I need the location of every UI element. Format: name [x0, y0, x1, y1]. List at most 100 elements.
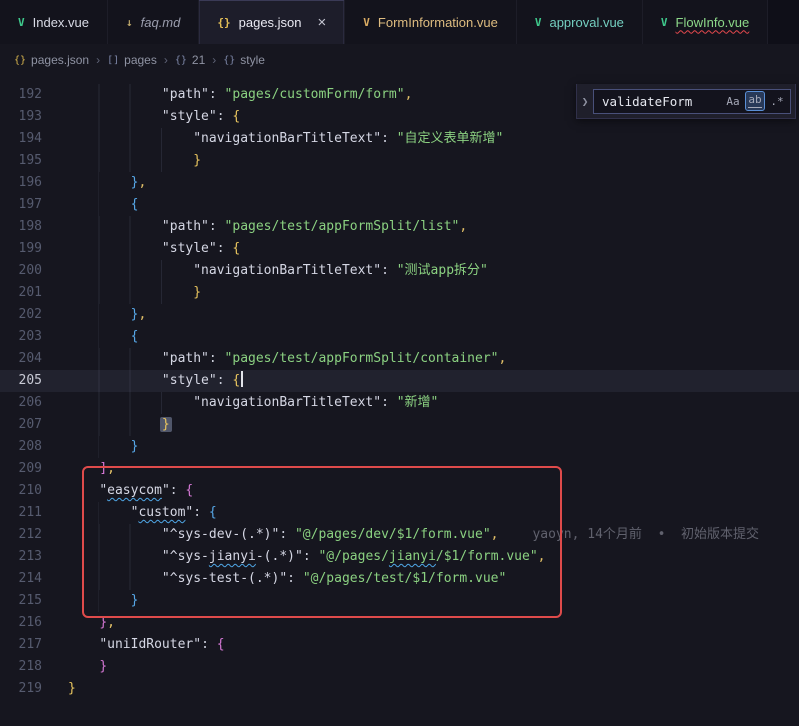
code-line[interactable]: 210 "easycom": {: [0, 480, 799, 502]
code-token: [68, 197, 131, 212]
tab-label: pages.json: [239, 15, 302, 30]
code-token: "^sys-dev-(.*)": [162, 527, 279, 542]
code-token: }: [131, 439, 139, 454]
line-number: 207: [0, 414, 68, 436]
line-number: 203: [0, 326, 68, 348]
code-line[interactable]: 214 "^sys-test-(.*)": "@/pages/test/$1/f…: [0, 568, 799, 590]
code-line[interactable]: 202 },: [0, 304, 799, 326]
code-line[interactable]: 196 },: [0, 172, 799, 194]
line-number: 200: [0, 260, 68, 282]
code-text: "style": {: [68, 370, 243, 392]
code-line[interactable]: 199 "style": {: [0, 238, 799, 260]
code-token: :: [217, 241, 233, 256]
breadcrumb-item-pages[interactable]: []pages: [107, 53, 157, 67]
code-text: }: [68, 436, 138, 458]
code-line[interactable]: 195 }: [0, 150, 799, 172]
code-text: "path": "pages/test/appFormSplit/list",: [68, 216, 467, 238]
code-token: [68, 461, 99, 476]
tab-forminformation-vue[interactable]: VFormInformation.vue: [345, 0, 517, 44]
close-tab-icon[interactable]: ×: [318, 15, 327, 30]
code-token: "^sys-test-(.*)": [162, 571, 287, 586]
code-line[interactable]: 208 }: [0, 436, 799, 458]
code-token: :: [303, 549, 319, 564]
match-case-toggle[interactable]: Aa: [723, 91, 743, 111]
find-input[interactable]: [600, 93, 723, 110]
line-number: 196: [0, 172, 68, 194]
code-token: "navigationBarTitleText": [193, 131, 381, 146]
breadcrumb-item-21[interactable]: {}21: [175, 53, 205, 67]
code-line[interactable]: 201 }: [0, 282, 799, 304]
code-token: :: [381, 395, 397, 410]
code-line[interactable]: 216 },: [0, 612, 799, 634]
code-line[interactable]: 218 }: [0, 656, 799, 678]
tab-faq-md[interactable]: ↓faq.md: [108, 0, 199, 44]
tab-label: approval.vue: [549, 15, 623, 30]
code-token: :: [209, 87, 225, 102]
code-line[interactable]: 206 "navigationBarTitleText": "新增": [0, 392, 799, 414]
code-token: [68, 505, 131, 520]
code-line[interactable]: 219}: [0, 678, 799, 700]
tab-bar: VIndex.vue↓faq.md {} pages.json × VFormInfor…: [0, 0, 799, 44]
code-token: }: [68, 681, 76, 696]
code-token: -(.*)": [256, 549, 303, 564]
code-token: "pages/customForm/form": [225, 87, 405, 102]
code-token: [68, 131, 193, 146]
code-token: [68, 263, 193, 278]
code-line[interactable]: 200 "navigationBarTitleText": "测试app拆分": [0, 260, 799, 282]
array-symbol-icon: []: [107, 55, 119, 66]
code-line[interactable]: 215 }: [0, 590, 799, 612]
code-line[interactable]: 209 ],: [0, 458, 799, 480]
line-number: 202: [0, 304, 68, 326]
code-line[interactable]: 205 "style": {: [0, 370, 799, 392]
json-icon: {}: [217, 16, 230, 29]
markdown-icon: ↓: [126, 16, 133, 29]
code-line[interactable]: 213 "^sys-jianyi-(.*)": "@/pages/jianyi/…: [0, 546, 799, 568]
tab-pages-json[interactable]: {} pages.json ×: [199, 0, 345, 44]
code-token: [68, 615, 99, 630]
code-line[interactable]: 217 "uniIdRouter": {: [0, 634, 799, 656]
line-number: 194: [0, 128, 68, 150]
code-line[interactable]: 212 "^sys-dev-(.*)": "@/pages/dev/$1/for…: [0, 524, 799, 546]
code-text: "uniIdRouter": {: [68, 634, 225, 656]
tab-index-vue[interactable]: VIndex.vue: [0, 0, 108, 44]
code-token: ,: [459, 219, 467, 234]
code-line[interactable]: 207 }: [0, 414, 799, 436]
editor[interactable]: 192 "path": "pages/customForm/form",193 …: [0, 76, 799, 726]
code-token: :: [193, 505, 209, 520]
code-text: },: [68, 172, 146, 194]
regex-toggle[interactable]: .*: [767, 91, 787, 111]
code-line[interactable]: 204 "path": "pages/test/appFormSplit/con…: [0, 348, 799, 370]
code-lines: 192 "path": "pages/customForm/form",193 …: [0, 84, 799, 700]
breadcrumb-item-pages-json[interactable]: {}pages.json: [14, 53, 89, 67]
code-line[interactable]: 203 {: [0, 326, 799, 348]
code-line[interactable]: 194 "navigationBarTitleText": "自定义表单新增": [0, 128, 799, 150]
code-token: }: [131, 593, 139, 608]
code-line[interactable]: 198 "path": "pages/test/appFormSplit/lis…: [0, 216, 799, 238]
breadcrumb-separator-icon: ›: [96, 53, 100, 67]
whole-word-toggle[interactable]: ab: [745, 91, 765, 111]
code-token: :: [217, 373, 233, 388]
code-token: }: [99, 659, 107, 674]
code-token: "style": [162, 109, 217, 124]
line-number: 206: [0, 392, 68, 414]
code-token: [68, 241, 162, 256]
code-token: [68, 527, 162, 542]
code-token: [68, 659, 99, 674]
tab-approval-vue[interactable]: Vapproval.vue: [517, 0, 643, 44]
code-line[interactable]: 197 {: [0, 194, 799, 216]
code-text: }: [68, 150, 201, 172]
code-text: "navigationBarTitleText": "测试app拆分": [68, 260, 488, 282]
code-token: "自定义表单新增": [397, 131, 504, 146]
code-text: },: [68, 612, 115, 634]
code-token: [68, 417, 162, 432]
code-token: "style": [162, 241, 217, 256]
breadcrumb-item-style[interactable]: {}style: [223, 53, 265, 67]
find-collapse-chevron-icon[interactable]: ❯: [577, 84, 593, 118]
code-token: ,: [491, 527, 499, 542]
code-text: "^sys-test-(.*)": "@/pages/test/$1/form.…: [68, 568, 506, 590]
code-line[interactable]: 211 "custom": {: [0, 502, 799, 524]
code-text: {: [68, 194, 138, 216]
tab-flowinfo-vue[interactable]: VFlowInfo.vue: [643, 0, 768, 44]
code-token: :: [287, 571, 303, 586]
code-token: [68, 285, 193, 300]
